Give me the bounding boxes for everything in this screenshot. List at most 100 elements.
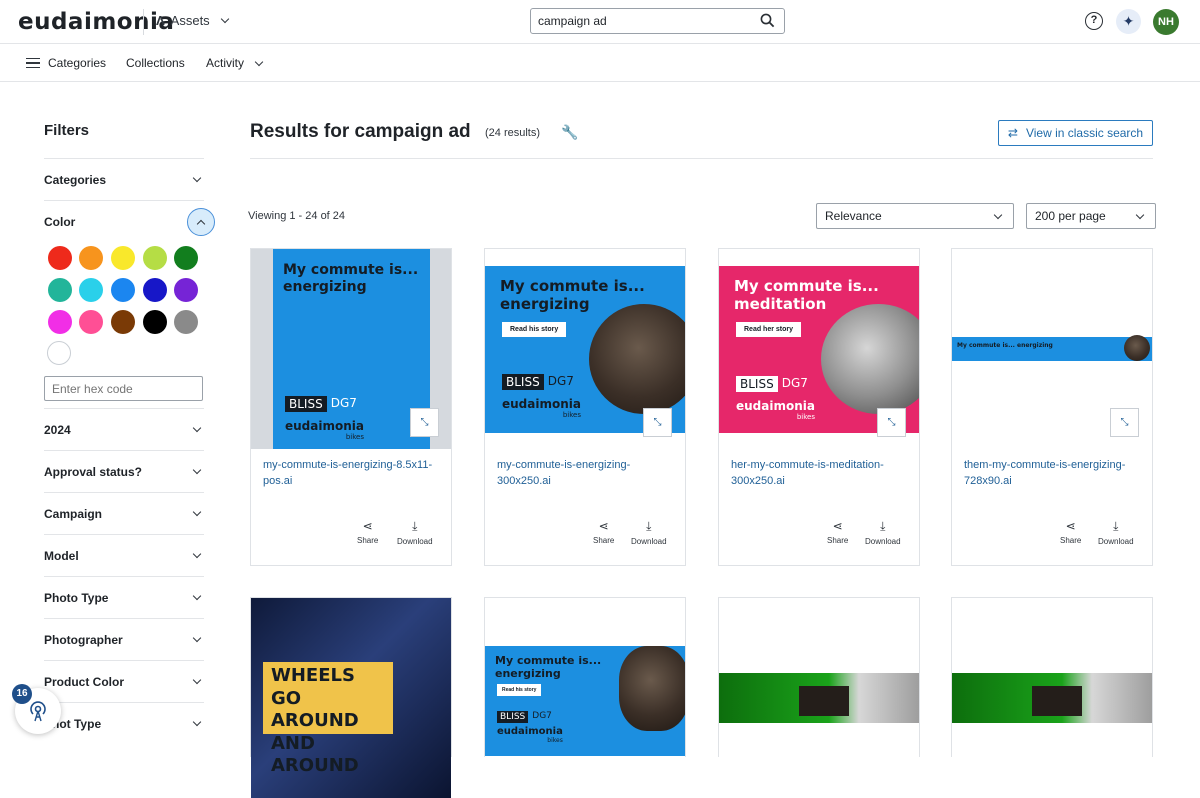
chevron-down-icon (192, 465, 202, 475)
broadcast-icon (30, 701, 46, 722)
nav-collections[interactable]: Collections (126, 56, 185, 70)
asset-card[interactable]: My commute is... energizing Read his sto… (484, 248, 686, 566)
swatch-green[interactable] (174, 246, 198, 270)
asset-name[interactable]: my-commute-is-energizing-300x250.ai (497, 457, 677, 489)
swatch-magenta[interactable] (48, 310, 72, 334)
chevron-down-icon (192, 633, 202, 643)
hex-code-input[interactable] (44, 376, 203, 401)
filter-shot-type[interactable]: Shot Type (44, 702, 204, 744)
chevron-down-icon (192, 717, 202, 727)
module-switcher[interactable]: Λ Assets (156, 13, 229, 28)
expand-icon[interactable]: ⤡ (877, 408, 906, 437)
asset-name[interactable]: her-my-commute-is-meditation-300x250.ai (731, 457, 911, 489)
asset-thumbnail[interactable]: WHEELS GO AROUND AND AROUND (251, 598, 451, 798)
expand-icon[interactable]: ⤡ (410, 408, 439, 437)
view-classic-search-button[interactable]: ⇄ View in classic search (998, 120, 1153, 146)
asset-name[interactable]: them-my-commute-is-energizing-728x90.ai (964, 457, 1144, 489)
download-button[interactable]: ⤓ Download (631, 519, 667, 546)
brand-logo[interactable]: eudaimonia (18, 9, 174, 35)
download-icon: ⤓ (880, 519, 886, 533)
nav-bar: Categories Collections Activity (0, 44, 1200, 82)
filter-photo-type[interactable]: Photo Type (44, 576, 204, 618)
swatch-red[interactable] (48, 246, 72, 270)
swatch-lime[interactable] (143, 246, 167, 270)
filter-campaign[interactable]: Campaign (44, 492, 204, 534)
download-button[interactable]: ⤓ Download (1098, 519, 1134, 546)
asset-card[interactable]: WHEELS GO AROUND AND AROUND (250, 597, 452, 798)
share-button[interactable]: ⋖ Share (593, 519, 614, 545)
wrench-icon[interactable]: 🔧 (561, 124, 578, 141)
filter-color[interactable]: Color (44, 200, 204, 242)
asset-card[interactable]: My commute is... meditation Read her sto… (718, 248, 920, 566)
chevron-down-icon (993, 210, 1003, 219)
swatch-purple[interactable] (174, 278, 198, 302)
avatar[interactable]: NH (1153, 9, 1179, 35)
share-button[interactable]: ⋖ Share (357, 519, 378, 545)
ai-assistant-icon[interactable]: ✦ (1116, 9, 1141, 34)
swatch-teal[interactable] (48, 278, 72, 302)
share-button[interactable]: ⋖ Share (827, 519, 848, 545)
asset-card[interactable] (951, 597, 1153, 798)
nav-categories[interactable]: Categories (26, 56, 106, 70)
asset-thumbnail[interactable]: My commute is... energizing Read his sto… (485, 598, 685, 798)
ad-brand: eudaimonia bikes (736, 399, 815, 421)
download-icon: ⤓ (412, 519, 418, 533)
ad-cta: Read his story (497, 684, 542, 696)
asset-card[interactable]: My commute is... energizing Read his sto… (484, 597, 686, 798)
expand-icon[interactable]: ⤡ (643, 408, 672, 437)
swatch-white[interactable] (47, 341, 71, 365)
page-title: Results for campaign ad (250, 121, 471, 142)
swatch-gray[interactable] (174, 310, 198, 334)
download-button[interactable]: ⤓ Download (397, 519, 433, 546)
ad-headline: My commute is... energizing (283, 262, 419, 295)
chevron-down-icon (192, 423, 202, 433)
ad-brand: eudaimonia bikes (497, 726, 563, 744)
ad-product: BLISS DG7 (285, 396, 357, 412)
filter-categories[interactable]: Categories (44, 158, 204, 200)
asset-thumbnail[interactable] (719, 598, 919, 798)
filter-model[interactable]: Model (44, 534, 204, 576)
per-page-select[interactable]: 200 per page (1026, 203, 1156, 229)
asset-thumbnail[interactable] (952, 598, 1152, 798)
swatch-blue[interactable] (111, 278, 135, 302)
share-icon: ⋖ (362, 519, 373, 533)
ad-cta: Read his story (502, 322, 567, 337)
filter-approval-status[interactable]: Approval status? (44, 450, 204, 492)
chevron-up-icon (196, 219, 206, 228)
download-icon: ⤓ (646, 519, 652, 533)
swatch-cyan[interactable] (79, 278, 103, 302)
chevron-down-icon (254, 57, 264, 66)
nav-activity[interactable]: Activity (206, 56, 264, 70)
filter-2024[interactable]: 2024 (44, 408, 204, 450)
search-icon[interactable] (760, 13, 775, 28)
notification-count-badge: 16 (12, 684, 32, 704)
divider (143, 9, 144, 35)
model-photo (1124, 335, 1150, 361)
viewing-range: Viewing 1 - 24 of 24 (248, 210, 346, 222)
filter-product-color[interactable]: Product Color (44, 660, 204, 702)
assets-icon: Λ (156, 13, 165, 28)
swatch-navy[interactable] (143, 278, 167, 302)
nav-categories-label: Categories (48, 56, 107, 70)
expand-icon[interactable]: ⤡ (1110, 408, 1139, 437)
filter-photographer[interactable]: Photographer (44, 618, 204, 660)
sort-select[interactable]: Relevance (816, 203, 1014, 229)
share-button[interactable]: ⋖ Share (1060, 519, 1081, 545)
swatch-brown[interactable] (111, 310, 135, 334)
search-input[interactable]: campaign ad (530, 8, 785, 34)
swatch-orange[interactable] (79, 246, 103, 270)
asset-card[interactable]: My commute is... energizing ⤡ them-my-co… (951, 248, 1153, 566)
swatch-black[interactable] (143, 310, 167, 334)
ad-headline: WHEELS GO AROUND AND AROUND (271, 665, 359, 776)
swatch-yellow[interactable] (111, 246, 135, 270)
top-bar: eudaimonia Λ Assets campaign ad ? ✦ NH (0, 0, 1200, 44)
color-collapse-button[interactable] (187, 208, 215, 236)
swatch-pink[interactable] (79, 310, 103, 334)
asset-name[interactable]: my-commute-is-energizing-8.5x11-pos.ai (263, 457, 443, 489)
ad-headline: My commute is... meditation (734, 277, 879, 313)
asset-card[interactable]: My commute is... energizing BLISS DG7 eud… (250, 248, 452, 566)
asset-card[interactable] (718, 597, 920, 798)
download-button[interactable]: ⤓ Download (865, 519, 901, 546)
help-icon[interactable]: ? (1085, 12, 1103, 30)
model-photo (619, 646, 685, 731)
